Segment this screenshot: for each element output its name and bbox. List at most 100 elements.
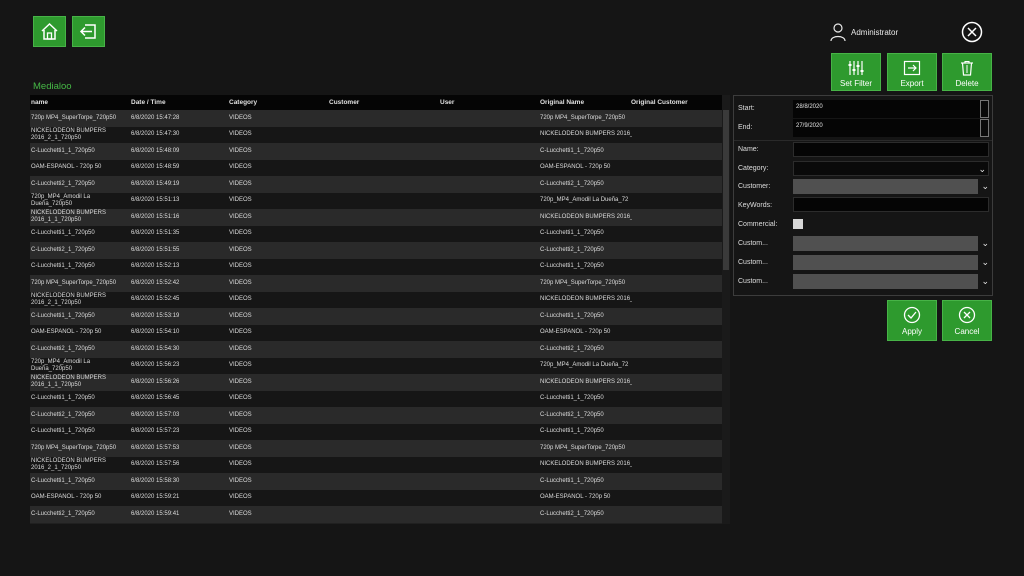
chevron-down-icon[interactable]: ⌄ bbox=[981, 181, 989, 191]
exit-icon bbox=[79, 24, 96, 39]
cell-date-time: 6/8/2020 15:51:55 bbox=[131, 246, 180, 253]
cell-category: VIDEOS bbox=[229, 312, 252, 319]
table-row[interactable]: 720p MP4_SuperTorpe_720p50 6/8/2020 15:57… bbox=[30, 440, 722, 457]
cell-category: VIDEOS bbox=[229, 494, 252, 501]
table-row[interactable]: NICKELODEON BUMPERS 2016_2_1_720p50 6/8/2… bbox=[30, 126, 722, 143]
table-row[interactable]: C-Lucchetti1_1_720p50 6/8/2020 15:58:30 VI… bbox=[30, 473, 722, 490]
cell-date-time: 6/8/2020 15:58:30 bbox=[131, 477, 180, 484]
user-info[interactable]: Administrator bbox=[829, 22, 898, 42]
cell-date-time: 6/8/2020 15:54:10 bbox=[131, 329, 180, 336]
cancel-button[interactable]: Cancel bbox=[942, 300, 992, 341]
cell-category: VIDEOS bbox=[229, 131, 252, 138]
cell-original-name: NICKELODEON BUMPERS 2016_2 bbox=[540, 296, 632, 303]
table-row[interactable]: 720p_MP4_Amodil La Dueña_720p50 6/8/2020 … bbox=[30, 357, 722, 374]
cell-date-time: 6/8/2020 15:54:30 bbox=[131, 345, 180, 352]
column-header-original-name[interactable]: Original Name bbox=[540, 99, 584, 106]
commercial-checkbox[interactable] bbox=[793, 219, 803, 229]
cell-original-name: 720p MP4_SuperTorpe_720p50 bbox=[540, 114, 626, 121]
cell-date-time: 6/8/2020 15:57:03 bbox=[131, 411, 180, 418]
page-title: Medialoo bbox=[33, 81, 72, 92]
cell-date-time: 6/8/2020 15:53:19 bbox=[131, 312, 180, 319]
cell-name: NICKELODEON BUMPERS 2016_2_1_720p50 bbox=[31, 457, 107, 471]
chevron-down-icon[interactable]: ⌄ bbox=[981, 238, 989, 248]
table-row[interactable]: NICKELODEON BUMPERS 2016_1_1_720p50 6/8/2… bbox=[30, 209, 722, 226]
user-icon bbox=[830, 23, 846, 42]
cell-category: VIDEOS bbox=[229, 461, 252, 468]
chevron-down-icon: ⌄ bbox=[978, 164, 986, 174]
end-date-input[interactable]: 27/9/2020 bbox=[793, 119, 989, 137]
custom-3-select[interactable] bbox=[793, 274, 978, 289]
start-date-input[interactable]: 28/8/2020 bbox=[793, 100, 989, 118]
chevron-down-icon[interactable]: ⌄ bbox=[981, 257, 989, 267]
cell-date-time: 6/8/2020 15:59:21 bbox=[131, 494, 180, 501]
table-row[interactable]: 720p MP4_SuperTorpe_720p50 6/8/2020 15:47… bbox=[30, 110, 722, 127]
table-row[interactable]: C-Lucchetti1_1_720p50 6/8/2020 15:51:35 VI… bbox=[30, 225, 722, 242]
category-label: Category: bbox=[738, 165, 769, 172]
cell-original-name: C-Lucchetti2_1_720p50 bbox=[540, 345, 604, 352]
cell-date-time: 6/8/2020 15:56:23 bbox=[131, 362, 180, 369]
cell-date-time: 6/8/2020 15:56:45 bbox=[131, 395, 180, 402]
table-row[interactable]: C-Lucchetti1_1_720p50 6/8/2020 15:57:23 VI… bbox=[30, 423, 722, 440]
close-button[interactable] bbox=[961, 21, 983, 43]
table-row[interactable]: 720p MP4_SuperTorpe_720p50 6/8/2020 15:52… bbox=[30, 275, 722, 292]
customer-select[interactable] bbox=[793, 179, 978, 194]
cell-original-name: 720p MP4_SuperTorpe_720p50 bbox=[540, 279, 626, 286]
vertical-scrollbar[interactable] bbox=[722, 95, 730, 524]
table-row[interactable]: OAM-ESPANOL - 720p 50 6/8/2020 15:59:21 VI… bbox=[30, 489, 722, 506]
table-header: name Date / Time Category Customer User … bbox=[30, 95, 722, 110]
table-row[interactable]: OAM-ESPANOL - 720p 50 6/8/2020 15:48:59 VI… bbox=[30, 159, 722, 176]
name-input[interactable] bbox=[793, 142, 989, 157]
chevron-down-icon[interactable]: ⌄ bbox=[981, 276, 989, 286]
table-row[interactable]: C-Lucchetti1_1_720p50 6/8/2020 15:52:13 VI… bbox=[30, 258, 722, 275]
home-button[interactable] bbox=[33, 16, 66, 47]
table-row[interactable]: C-Lucchetti2_1_720p50 6/8/2020 15:57:03 VI… bbox=[30, 407, 722, 424]
name-label: Name: bbox=[738, 146, 759, 153]
set-filter-button[interactable]: Set Filter bbox=[831, 53, 881, 91]
start-date-picker-button[interactable] bbox=[980, 100, 989, 118]
custom-2-select[interactable] bbox=[793, 255, 978, 270]
cell-original-name: C-Lucchetti1_1_720p50 bbox=[540, 312, 604, 319]
cell-category: VIDEOS bbox=[229, 395, 252, 402]
custom-3-label: Custom... bbox=[738, 278, 768, 285]
exit-button[interactable] bbox=[72, 16, 105, 47]
column-header-user[interactable]: User bbox=[440, 99, 454, 106]
cell-name: OAM-ESPANOL - 720p 50 bbox=[31, 164, 102, 171]
apply-button[interactable]: Apply bbox=[887, 300, 937, 341]
table-row[interactable]: C-Lucchetti2_1_720p50 6/8/2020 15:49:19 VI… bbox=[30, 176, 722, 193]
custom-1-select[interactable] bbox=[793, 236, 978, 251]
table-row[interactable]: C-Lucchetti2_1_720p50 6/8/2020 15:59:41 VI… bbox=[30, 506, 722, 523]
table-row[interactable]: OAM-ESPANOL - 720p 50 6/8/2020 15:54:10 VI… bbox=[30, 324, 722, 341]
column-header-original-customer[interactable]: Original Customer bbox=[631, 99, 688, 106]
category-select[interactable]: ⌄ bbox=[793, 161, 989, 176]
cell-date-time: 6/8/2020 15:48:59 bbox=[131, 164, 180, 171]
table-row[interactable]: NICKELODEON BUMPERS 2016_1_1_720p50 6/8/2… bbox=[30, 374, 722, 391]
export-button[interactable]: Export bbox=[887, 53, 937, 91]
export-label: Export bbox=[900, 79, 924, 88]
cell-date-time: 6/8/2020 15:56:26 bbox=[131, 378, 180, 385]
table-row[interactable]: C-Lucchetti2_1_720p50 6/8/2020 15:54:30 VI… bbox=[30, 341, 722, 358]
column-header-date-time[interactable]: Date / Time bbox=[131, 99, 166, 106]
column-header-name[interactable]: name bbox=[31, 99, 48, 106]
table-row[interactable]: C-Lucchetti1_1_720p50 6/8/2020 15:53:19 VI… bbox=[30, 308, 722, 325]
table-row[interactable]: 720p_MP4_Amodil La Dueña_720p50 6/8/2020 … bbox=[30, 192, 722, 209]
end-date-picker-button[interactable] bbox=[980, 119, 989, 137]
table-row[interactable]: C-Lucchetti2_1_720p50 6/8/2020 15:51:55 VI… bbox=[30, 242, 722, 259]
column-header-category[interactable]: Category bbox=[229, 99, 257, 106]
keywords-input[interactable] bbox=[793, 197, 989, 212]
cell-original-name: 720p_MP4_Amodil La Dueña_72 bbox=[540, 197, 629, 204]
table-row[interactable]: C-Lucchetti1_1_720p50 6/8/2020 15:56:45 VI… bbox=[30, 390, 722, 407]
cell-name: C-Lucchetti2_1_720p50 bbox=[31, 411, 95, 418]
cell-original-name: C-Lucchetti1_1_720p50 bbox=[540, 428, 604, 435]
cell-original-name: NICKELODEON BUMPERS 2016_1 bbox=[540, 213, 632, 220]
cell-date-time: 6/8/2020 15:57:56 bbox=[131, 461, 180, 468]
cell-original-name: C-Lucchetti1_1_720p50 bbox=[540, 263, 604, 270]
custom-1-label: Custom... bbox=[738, 240, 768, 247]
column-header-customer[interactable]: Customer bbox=[329, 99, 359, 106]
table-row[interactable]: NICKELODEON BUMPERS 2016_2_1_720p50 6/8/2… bbox=[30, 456, 722, 473]
media-table[interactable]: name Date / Time Category Customer User … bbox=[30, 95, 730, 524]
scrollbar-thumb[interactable] bbox=[723, 110, 729, 270]
delete-button[interactable]: Delete bbox=[942, 53, 992, 91]
table-row[interactable]: NICKELODEON BUMPERS 2016_2_1_720p50 6/8/2… bbox=[30, 291, 722, 308]
table-row[interactable]: C-Lucchetti1_1_720p50 6/8/2020 15:48:09 VI… bbox=[30, 143, 722, 160]
start-date-value: 28/8/2020 bbox=[796, 104, 823, 110]
